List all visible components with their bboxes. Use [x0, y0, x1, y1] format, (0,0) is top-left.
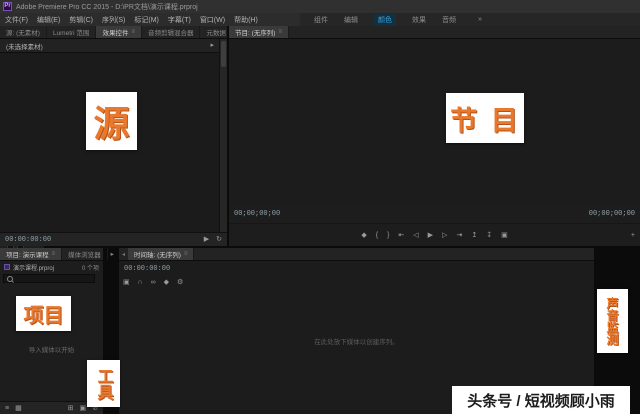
- tab-source-monitor[interactable]: 源: (无素材): [0, 26, 47, 38]
- workspace-overflow-icon[interactable]: »: [478, 16, 482, 23]
- timeline-tabbar: ◂ 时间轴: (无序列) ≡: [119, 248, 594, 261]
- step-back-button[interactable]: ◁: [413, 232, 418, 239]
- add-marker-button[interactable]: ◆: [361, 232, 366, 239]
- tab-audio-clip-mixer[interactable]: 音频剪辑混合器: [142, 26, 201, 38]
- mark-out-button[interactable]: }: [387, 232, 389, 239]
- menu-sequence[interactable]: 序列(S): [102, 15, 125, 25]
- effect-controls-bottombar: 00:00:00:00 ▶ ↻: [0, 232, 227, 246]
- icon-view-icon[interactable]: ▦: [15, 405, 22, 412]
- effect-controls-header: (未选择素材) ▸: [0, 39, 220, 53]
- menu-clip[interactable]: 剪辑(C): [69, 15, 93, 25]
- panel-menu-icon[interactable]: ≡: [184, 251, 188, 257]
- workspace-tab-effects[interactable]: 效果: [412, 15, 426, 25]
- program-monitor-panel: 节目: (无序列) ≡ 00;00;00;00 00;00;00;00 ◆ { …: [229, 26, 640, 246]
- scrollbar-thumb[interactable]: [221, 41, 226, 67]
- lift-button[interactable]: ↥: [471, 232, 477, 239]
- go-to-out-button[interactable]: ⇥: [456, 232, 462, 239]
- workspace-tab-editing[interactable]: 编辑: [344, 15, 358, 25]
- project-empty-hint: 导入媒体以开始: [28, 347, 75, 354]
- mark-in-button[interactable]: {: [376, 232, 378, 239]
- timeline-timecode: 00:00:00:00: [124, 265, 171, 273]
- annotation-audio-meter-label: 声音监测: [597, 289, 628, 353]
- panel-menu-icon[interactable]: ≡: [52, 251, 56, 257]
- tab-timeline[interactable]: 时间轴: (无序列) ≡: [128, 248, 195, 260]
- annotation-program-label: 节 目: [446, 93, 524, 143]
- button-editor-plus-icon[interactable]: +: [631, 232, 635, 239]
- tab-program-monitor[interactable]: 节目: (无序列) ≡: [229, 26, 289, 38]
- tab-overflow-icon[interactable]: ▸: [108, 248, 117, 260]
- project-file-name: 演示课程.prproj: [13, 265, 55, 272]
- workspace-tab-color[interactable]: 颜色: [374, 13, 396, 26]
- linked-selection-icon[interactable]: ∞: [151, 279, 156, 286]
- step-forward-button[interactable]: ▷: [442, 232, 447, 239]
- annotation-tools-label: 工具: [87, 360, 120, 407]
- project-search-box[interactable]: [3, 274, 95, 283]
- add-marker-icon[interactable]: ◆: [164, 279, 169, 286]
- annotation-source-label: 源: [86, 92, 137, 150]
- menu-help[interactable]: 帮助(H): [234, 15, 258, 25]
- tab-project[interactable]: 项目: 演示课程 ≡: [0, 248, 63, 260]
- menu-bar: 文件(F) 编辑(E) 剪辑(C) 序列(S) 标记(M) 字幕(T) 窗口(W…: [0, 13, 300, 26]
- annotation-project-label: 项目: [16, 296, 71, 331]
- title-bar: Pr Adobe Premiere Pro CC 2015 - D:\PR文档\…: [0, 0, 640, 13]
- nest-toggle-icon[interactable]: ▣: [123, 279, 130, 286]
- collapse-panel-icon[interactable]: ◂: [119, 248, 128, 260]
- project-item-count: 0 个项: [81, 265, 99, 272]
- program-transport-controls: ◆ { } ⇤ ◁ ▶ ▷ ⇥ ↥ ↧ ▣: [229, 223, 640, 246]
- timeline-settings-icon[interactable]: ⚙: [177, 279, 183, 286]
- tab-lumetri-scopes[interactable]: Lumetri 范围: [47, 26, 97, 38]
- menu-title[interactable]: 字幕(T): [168, 15, 191, 25]
- menu-edit[interactable]: 编辑(E): [37, 15, 60, 25]
- program-tabbar: 节目: (无序列) ≡: [229, 26, 640, 39]
- tab-media-browser[interactable]: 媒体浏览器: [62, 248, 108, 260]
- source-timecode: 00:00:00:00: [5, 235, 52, 244]
- snap-magnet-icon[interactable]: ∩: [138, 279, 143, 286]
- list-view-icon[interactable]: ≡: [5, 405, 9, 412]
- play-button[interactable]: ▶: [428, 232, 433, 239]
- search-icon: [7, 275, 13, 282]
- go-to-in-button[interactable]: ⇤: [398, 232, 404, 239]
- timeline-drop-hint: 在此处放下媒体以创建序列。: [314, 339, 399, 346]
- no-clip-selected-label: (未选择素材): [6, 43, 43, 51]
- effect-controls-scrollbar[interactable]: [219, 39, 227, 232]
- premiere-window: Pr Adobe Premiere Pro CC 2015 - D:\PR文档\…: [0, 0, 640, 414]
- new-bin-icon[interactable]: ⊞: [68, 405, 74, 412]
- window-title: Adobe Premiere Pro CC 2015 - D:\PR文档\演示课…: [16, 3, 198, 11]
- loop-icon[interactable]: ↻: [216, 236, 222, 243]
- project-file-icon: [4, 264, 10, 270]
- panel-menu-icon[interactable]: ≡: [131, 29, 135, 35]
- tab-effect-controls[interactable]: 效果控件 ≡: [96, 26, 142, 38]
- extract-button[interactable]: ↧: [486, 232, 492, 239]
- export-frame-button[interactable]: ▣: [501, 232, 508, 239]
- program-current-timecode: 00;00;00;00: [234, 209, 281, 218]
- program-timecode-row: 00;00;00;00 00;00;00;00: [229, 203, 640, 224]
- timeline-toolbar: ▣ ∩ ∞ ◆ ⚙: [123, 279, 183, 286]
- chevron-right-icon[interactable]: ▸: [210, 42, 214, 49]
- new-item-icon[interactable]: ▣: [80, 405, 87, 412]
- workspace-tab-audio[interactable]: 音频: [442, 15, 456, 25]
- play-audio-icon[interactable]: ▶: [204, 236, 209, 243]
- menu-file[interactable]: 文件(F): [5, 15, 28, 25]
- watermark-banner: 头条号 / 短视频顾小雨: [452, 386, 630, 414]
- program-monitor-viewport: [229, 39, 640, 203]
- project-tabbar: 项目: 演示课程 ≡ 媒体浏览器 ▸: [0, 248, 114, 261]
- menu-marker[interactable]: 标记(M): [134, 15, 159, 25]
- project-file-row[interactable]: 演示课程.prproj 0 个项: [0, 261, 103, 273]
- premiere-app-icon: Pr: [3, 2, 12, 11]
- menu-window[interactable]: 窗口(W): [200, 15, 225, 25]
- workspace-bar: 组件 编辑 颜色 效果 音频 »: [300, 13, 640, 26]
- program-duration-timecode: 00;00;00;00: [588, 209, 635, 218]
- workspace-tab-assembly[interactable]: 组件: [314, 15, 328, 25]
- search-input[interactable]: [16, 275, 91, 282]
- panel-menu-icon[interactable]: ≡: [278, 29, 282, 35]
- source-group-tabbar: 源: (无素材) Lumetri 范围 效果控件 ≡ 音频剪辑混合器 元数据: [0, 26, 233, 39]
